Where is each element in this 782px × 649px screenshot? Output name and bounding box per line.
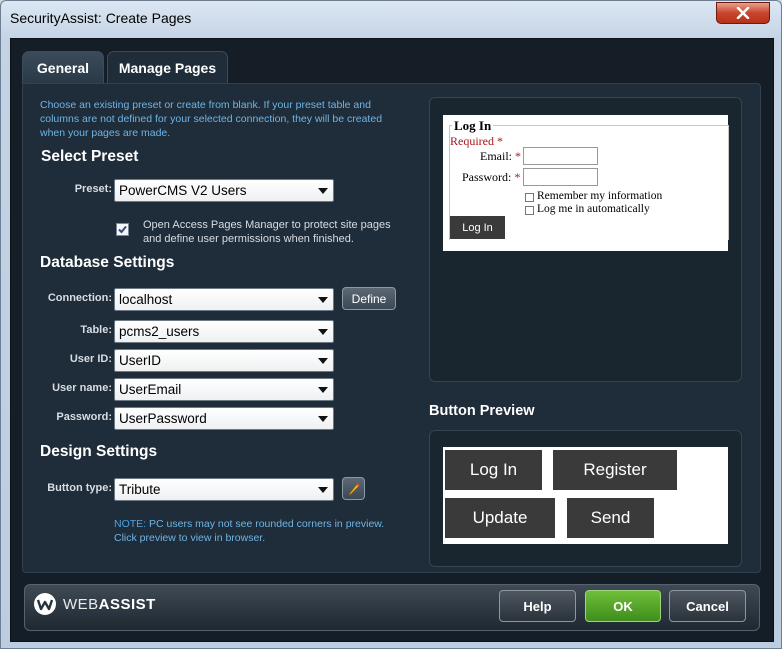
design-settings-heading: Design Settings: [40, 443, 158, 460]
chevron-down-icon: [318, 416, 328, 422]
tab-manage-pages[interactable]: Manage Pages: [107, 51, 228, 84]
main-panel: Choose an existing preset or create from…: [22, 83, 761, 573]
password-asterisk: *: [514, 170, 521, 184]
userid-select[interactable]: UserID: [114, 349, 334, 372]
intro-text: Choose an existing preset or create from…: [40, 99, 383, 139]
chevron-down-icon: [318, 487, 328, 493]
connection-select[interactable]: localhost: [114, 288, 334, 311]
password-row: Password: *: [462, 170, 520, 185]
dialog-window: SecurityAssist: Create Pages General Man…: [0, 0, 782, 649]
table-select[interactable]: pcms2_users: [114, 320, 334, 343]
define-button[interactable]: Define: [342, 287, 396, 310]
webassist-logo-icon: [34, 593, 56, 615]
select-preset-heading: Select Preset: [41, 148, 139, 165]
pencil-icon: [347, 482, 360, 496]
email-field[interactable]: [523, 147, 598, 165]
remember-checkbox[interactable]: [525, 193, 534, 202]
logo-text-web: WEB: [63, 595, 99, 613]
chevron-down-icon: [318, 188, 328, 194]
preset-label: Preset:: [74, 183, 112, 195]
close-button[interactable]: [716, 2, 770, 24]
chevron-down-icon: [318, 297, 328, 303]
password-label: Password:: [56, 411, 112, 423]
email-row: Email: *: [480, 149, 521, 164]
username-label: User name:: [52, 382, 112, 394]
ok-button[interactable]: OK: [585, 590, 661, 622]
note-prefix: NOTE:: [114, 518, 147, 530]
window-title: SecurityAssist: Create Pages: [10, 10, 192, 26]
auto-login-checkbox[interactable]: [525, 206, 534, 215]
preview-login-button[interactable]: Log In: [450, 216, 505, 239]
table-label: Table:: [80, 324, 112, 336]
password-select[interactable]: UserPassword: [114, 407, 334, 430]
login-legend: Log In: [452, 118, 494, 134]
database-settings-heading: Database Settings: [40, 254, 175, 271]
password-value: UserPassword: [119, 411, 207, 426]
tab-general[interactable]: General: [22, 51, 104, 84]
checkmark-icon: [118, 225, 127, 234]
button-preview-area[interactable]: Log In Register Update Send: [443, 447, 728, 544]
password-field[interactable]: [523, 168, 598, 186]
button-type-value: Tribute: [119, 482, 161, 497]
dialog-client: General Manage Pages Choose an existing …: [10, 38, 774, 642]
connection-value: localhost: [119, 292, 173, 307]
preview-button-register: Register: [553, 450, 677, 490]
preset-select[interactable]: PowerCMS V2 Users: [114, 179, 334, 202]
open-access-checkbox-label: Open Access Pages Manager to protect sit…: [143, 219, 391, 245]
password-field-label: Password:: [462, 170, 512, 184]
userid-label: User ID:: [69, 353, 112, 365]
logo-text-assist: ASSIST: [98, 595, 156, 613]
preview-note: NOTE: PC users may not see rounded corne…: [114, 517, 404, 545]
connection-label: Connection:: [47, 292, 112, 304]
table-value: pcms2_users: [119, 324, 200, 339]
chevron-down-icon: [318, 387, 328, 393]
remember-label: Remember my information: [537, 190, 663, 202]
chevron-down-icon: [318, 358, 328, 364]
button-type-label: Button type:: [47, 482, 112, 494]
button-type-select[interactable]: Tribute: [114, 478, 334, 501]
email-asterisk: *: [515, 149, 521, 163]
email-label: Email:: [480, 149, 512, 163]
userid-value: UserID: [119, 353, 162, 368]
preview-button-login: Log In: [445, 450, 542, 490]
edit-button-style-button[interactable]: [342, 477, 365, 500]
required-asterisk: *: [497, 134, 503, 148]
cancel-button[interactable]: Cancel: [669, 590, 746, 622]
preview-button-send: Send: [567, 498, 654, 538]
close-icon: [736, 7, 750, 19]
preview-button-update: Update: [445, 498, 555, 538]
help-button[interactable]: Help: [499, 590, 576, 622]
note-text: PC users may not see rounded corners in …: [114, 518, 385, 544]
chevron-down-icon: [318, 329, 328, 335]
preset-value: PowerCMS V2 Users: [119, 183, 247, 198]
login-preview[interactable]: Log In Required * Email: * Password: * R…: [443, 115, 729, 251]
username-value: UserEmail: [119, 382, 182, 397]
required-label: Required: [450, 134, 494, 148]
webassist-logo: WEB ASSIST: [33, 592, 156, 616]
open-access-checkbox[interactable]: [116, 223, 129, 236]
username-select[interactable]: UserEmail: [114, 378, 334, 401]
button-preview-heading: Button Preview: [429, 403, 535, 419]
auto-login-label: Log me in automatically: [537, 203, 650, 215]
required-text: Required *: [450, 134, 503, 149]
